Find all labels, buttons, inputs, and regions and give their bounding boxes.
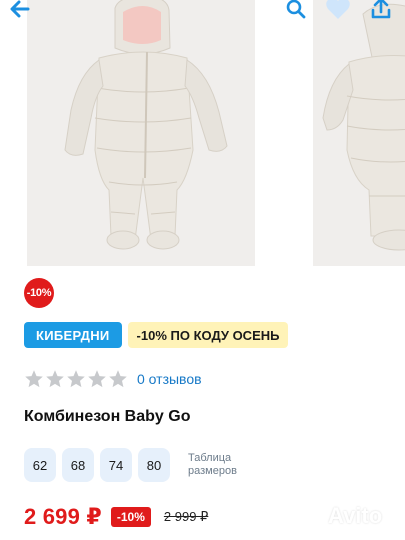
star-icon [67, 370, 85, 388]
star-icon [46, 370, 64, 388]
favorite-button[interactable] [318, 0, 358, 26]
product-gallery[interactable] [0, 0, 405, 268]
search-icon [286, 0, 306, 19]
avito-logo-icon [300, 506, 322, 527]
size-option[interactable]: 68 [62, 448, 94, 482]
old-price: 2 999 ₽ [163, 509, 209, 524]
size-selector: 62 68 74 80 Таблица размеров [24, 448, 248, 482]
size-option[interactable]: 80 [138, 448, 170, 482]
snowsuit-side-photo[interactable] [313, 0, 405, 266]
current-price: 2 699 ₽ [24, 504, 102, 529]
search-button[interactable] [276, 0, 316, 26]
star-icon [25, 370, 43, 388]
rating-row[interactable]: 0 отзывов [24, 369, 202, 389]
share-icon [371, 0, 391, 19]
avito-watermark: Avito [299, 503, 382, 529]
price-row: 2 699 ₽ -10% 2 999 ₽ [24, 504, 208, 530]
product-title: Комбинезон Baby Go [24, 408, 191, 425]
price-discount-badge: -10% [110, 507, 151, 527]
reviews-link[interactable]: 0 отзывов [137, 371, 202, 387]
size-table-link[interactable]: Таблица размеров [188, 452, 248, 478]
star-icon [88, 370, 106, 388]
share-button[interactable] [361, 0, 401, 26]
size-option[interactable]: 62 [24, 448, 56, 482]
arrow-left-icon [10, 0, 30, 18]
size-option[interactable]: 74 [100, 448, 132, 482]
heart-icon [326, 0, 350, 19]
star-icon [109, 370, 127, 388]
discount-badge: -10% [24, 278, 54, 308]
promo-tag[interactable]: КИБЕРДНИ [24, 322, 122, 348]
back-button[interactable] [0, 0, 40, 26]
promo-code[interactable]: -10% ПО КОДУ ОСЕНЬ [127, 322, 289, 348]
snowsuit-front-photo[interactable] [27, 0, 255, 266]
watermark-text: Avito [328, 503, 383, 528]
rating-stars [24, 369, 128, 389]
promo-row: КИБЕРДНИ -10% ПО КОДУ ОСЕНЬ [24, 322, 289, 348]
